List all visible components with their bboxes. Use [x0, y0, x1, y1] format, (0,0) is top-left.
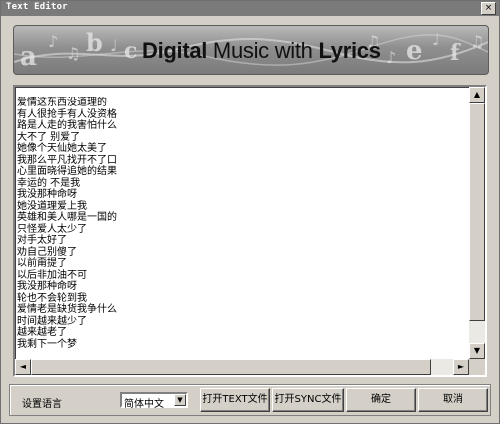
lyric-line: 时间越来越少了	[17, 315, 87, 327]
lyric-line: 我剩下一个梦	[17, 338, 77, 350]
music-note-icon: ♫	[66, 44, 81, 63]
language-label: 设置语言	[22, 399, 62, 410]
scroll-up-icon[interactable]: ▲	[469, 87, 485, 103]
decor-letter-c: c	[124, 38, 138, 64]
decor-letter-f: f	[450, 40, 460, 66]
chevron-down-icon[interactable]: ▼	[174, 394, 186, 406]
banner: a ♪ ♫ b ♩ c ♫ ♪ e ♩ f ♫ Digital Music wi…	[13, 25, 489, 75]
language-select-value: 简体中文	[124, 399, 164, 410]
lyric-line: 劝自己别傻了	[17, 246, 77, 258]
lyric-line: 路是人走的我害怕什么	[17, 120, 117, 131]
lyric-line: 我没那种命呀	[17, 281, 77, 292]
lyric-line: 英雄和美人哪是一国的	[17, 212, 117, 223]
cancel-button[interactable]: 取消	[418, 388, 488, 412]
lyric-line: 只怪爱人太少了	[17, 223, 87, 235]
lyric-line: 幸运的 不是我	[17, 177, 81, 189]
banner-title: Digital Music with Lyrics	[142, 38, 381, 64]
lyric-line: 我那么平凡找开不了口	[17, 154, 117, 166]
lyric-line: 大不了 别爱了	[17, 131, 81, 143]
lyric-line: 越来越老了	[17, 327, 67, 338]
music-note-icon: ♪	[48, 32, 59, 51]
horizontal-scroll-thumb[interactable]	[31, 359, 431, 375]
lyric-line: 以前甭提了	[17, 258, 67, 269]
lyrics-text-area[interactable]: 爱情这东西没道理的 有人很抢手有人没资格 路是人走的我害怕什么 大不了 别爱了 她像个天…	[13, 85, 487, 377]
vertical-scroll-thumb[interactable]	[469, 103, 485, 321]
close-icon[interactable]: ×	[481, 2, 496, 15]
lyric-line: 爱情老是缺货我争什么	[17, 304, 117, 315]
banner-title-digital: Digital	[142, 38, 208, 63]
text-editor-window: Text Editor × a ♪ ♫ b ♩ c ♫ ♪ e ♩ f ♫ Di…	[0, 0, 500, 424]
banner-title-lyrics: Lyrics	[318, 38, 381, 63]
scrollbar-corner	[469, 359, 485, 375]
scroll-down-icon[interactable]: ▼	[469, 343, 485, 359]
vertical-scrollbar[interactable]: ▲ ▼	[469, 87, 485, 359]
title-bar[interactable]: Text Editor ×	[1, 1, 499, 16]
music-note-icon: ♩	[110, 36, 118, 55]
music-note-icon: ♪	[386, 48, 397, 67]
scroll-left-icon[interactable]: ◄	[15, 359, 31, 375]
decor-letter-b: b	[86, 28, 103, 57]
banner-title-middle: Music with	[207, 38, 319, 63]
decor-letter-a: a	[20, 42, 37, 72]
ok-button[interactable]: 确定	[346, 388, 416, 412]
music-note-icon: ♫	[470, 32, 485, 51]
lyric-line: 爱情这东西没道理的	[17, 97, 107, 108]
decor-letter-e: e	[406, 36, 423, 66]
lyric-line: 轮也不会轮到我	[17, 292, 87, 304]
scroll-right-icon[interactable]: ►	[453, 359, 469, 375]
lyric-line: 以后非加油不可	[17, 269, 87, 281]
control-panel: 设置语言 简体中文 ▼ 打开TEXT文件 打开SYNC文件 确定 取消	[9, 384, 491, 416]
open-text-file-button[interactable]: 打开TEXT文件	[200, 388, 270, 412]
lyric-line: 她没道理爱上我	[17, 200, 87, 212]
open-sync-file-button[interactable]: 打开SYNC文件	[272, 388, 344, 412]
lyric-line: 心里面晓得追她的结果	[17, 166, 117, 177]
window-title: Text Editor	[6, 2, 68, 12]
lyric-line: 她像个天仙她太美了	[17, 143, 107, 154]
lyric-line: 我没那种命呀	[17, 189, 77, 200]
language-select[interactable]: 简体中文 ▼	[120, 392, 188, 410]
lyrics-text[interactable]: 爱情这东西没道理的 有人很抢手有人没资格 路是人走的我害怕什么 大不了 别爱了 她像个天…	[17, 97, 467, 359]
lyric-line: 对手太好了	[17, 235, 67, 246]
music-note-icon: ♩	[432, 30, 440, 49]
lyric-line: 有人很抢手有人没资格	[17, 108, 117, 120]
horizontal-scrollbar[interactable]: ◄ ►	[15, 359, 469, 375]
